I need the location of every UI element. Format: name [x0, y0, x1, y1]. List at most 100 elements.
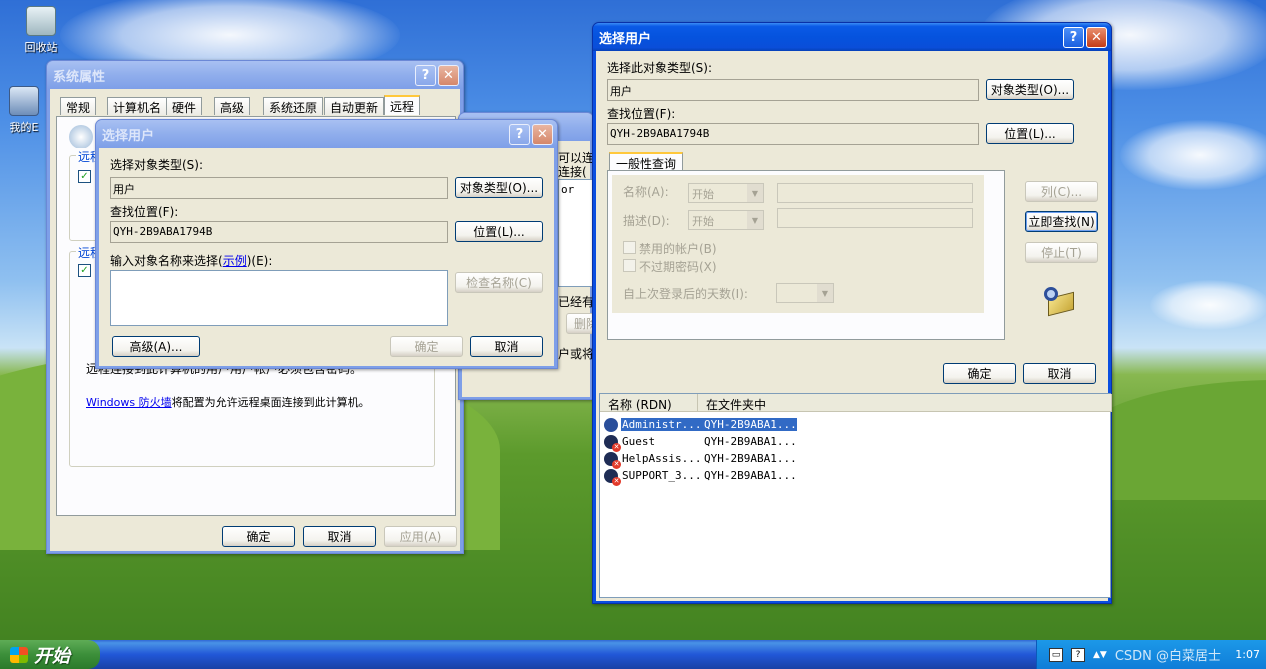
description-label: 描述(D):	[623, 214, 670, 228]
disabled-user-icon: ✕	[604, 451, 621, 469]
user-folder: QYH-2B9ABA1...	[704, 435, 797, 448]
help-icon[interactable]: ?	[1071, 647, 1085, 662]
object-types-button[interactable]: 对象类型(O)...	[986, 79, 1074, 100]
examples-link[interactable]: 示例	[223, 254, 247, 268]
remote-icon	[69, 125, 93, 149]
select-users-small-window: 选择用户 ? ✕ 选择对象类型(S): 用户 对象类型(O)... 查找位置(F…	[95, 119, 558, 369]
find-now-button[interactable]: 立即查找(N)	[1025, 211, 1098, 232]
ok-button[interactable]: 确定	[943, 363, 1016, 384]
tab-strip: 常规 计算机名 硬件 高级 系统还原 自动更新 远程	[56, 95, 456, 117]
object-type-field: 用户	[607, 79, 979, 101]
title-bar[interactable]: 系统属性 ? ✕	[47, 61, 463, 89]
list-item[interactable]: Administr... QYH-2B9ABA1...	[604, 416, 797, 433]
location-label: 查找位置(F):	[607, 107, 676, 121]
tab-general[interactable]: 常规	[60, 97, 97, 115]
column-header-folder[interactable]: 在文件夹中	[698, 394, 1112, 412]
tab-automatic-updates[interactable]: 自动更新	[324, 97, 385, 115]
recycle-bin-icon	[26, 6, 56, 36]
help-button[interactable]: ?	[1063, 26, 1084, 48]
days-since-logon-label: 自上次登录后的天数(I):	[623, 287, 748, 301]
columns-button[interactable]: 列(C)...	[1025, 181, 1098, 202]
dialog-body: 选择此对象类型(S): 用户 对象类型(O)... 查找位置(F): QYH-2…	[596, 51, 1112, 601]
object-types-button[interactable]: 对象类型(O)...	[455, 177, 543, 198]
start-button[interactable]: 开始	[0, 640, 100, 669]
disabled-accounts-label: 禁用的帐户(B)	[639, 242, 717, 256]
ok-button[interactable]: 确定	[390, 336, 463, 357]
desktop-icon-my-computer[interactable]: 我的E	[0, 86, 48, 135]
cancel-button[interactable]: 取消	[470, 336, 543, 357]
apply-button[interactable]: 应用(A)	[384, 526, 457, 547]
disabled-accounts-checkbox[interactable]	[623, 241, 636, 254]
object-type-label: 选择此对象类型(S):	[607, 61, 713, 75]
description-text: 户或将	[558, 347, 595, 361]
close-button[interactable]: ✕	[438, 64, 459, 86]
ok-button[interactable]: 确定	[222, 526, 295, 547]
desktop-icon-label: 回收站	[24, 41, 58, 54]
remote-assistance-checkbox[interactable]: ✓	[78, 170, 91, 183]
close-button[interactable]: ✕	[532, 123, 553, 145]
tab-remote[interactable]: 远程	[384, 95, 421, 115]
user-name: SUPPORT_3...	[622, 469, 702, 482]
cancel-button[interactable]: 取消	[1023, 363, 1096, 384]
firewall-link[interactable]: Windows 防火墙	[86, 396, 172, 409]
locations-button[interactable]: 位置(L)...	[455, 221, 543, 242]
tab-general-queries[interactable]: 一般性查询	[609, 152, 684, 171]
description-text: 连接(	[558, 165, 587, 179]
description-query-input[interactable]	[777, 208, 973, 228]
keyboard-icon[interactable]: ▭	[1049, 647, 1063, 662]
advanced-button[interactable]: 高级(A)...	[112, 336, 200, 357]
user-folder: QYH-2B9ABA1...	[701, 418, 797, 431]
tab-computer-name[interactable]: 计算机名	[107, 97, 168, 115]
name-query-input[interactable]	[777, 183, 973, 203]
title-bar[interactable]: 选择用户 ? ✕	[593, 23, 1111, 51]
list-item[interactable]: ✕ Guest QYH-2B9ABA1...	[604, 433, 800, 452]
list-item[interactable]: ✕ SUPPORT_3... QYH-2B9ABA1...	[604, 467, 800, 486]
remote-desktop-checkbox[interactable]: ✓	[78, 264, 91, 277]
desktop-icon-label: 我的E	[9, 121, 39, 134]
system-tray: ▭ ? ▲▼ CSDN @白菜居士 1:07	[1036, 640, 1266, 669]
window-title: 系统属性	[53, 69, 106, 85]
name-label: 名称(A):	[623, 185, 669, 199]
object-type-label: 选择对象类型(S):	[110, 158, 204, 172]
window-title: 选择用户	[102, 128, 155, 144]
user-folder: QYH-2B9ABA1...	[704, 469, 797, 482]
object-names-input[interactable]	[110, 270, 448, 326]
disabled-user-icon: ✕	[604, 468, 621, 486]
title-bar[interactable]: 选择用户 ? ✕	[96, 120, 557, 148]
name-match-select[interactable]: 开始 ▼	[688, 183, 764, 203]
tab-system-restore[interactable]: 系统还原	[263, 97, 324, 115]
watermark-text: CSDN @白菜居士	[1114, 649, 1222, 664]
firewall-line: Windows 防火墙将配置为允许远程桌面连接到此计算机。	[86, 394, 370, 410]
check-names-button[interactable]: 检查名称(C)	[455, 272, 543, 293]
user-name: HelpAssis...	[622, 452, 702, 465]
close-button[interactable]: ✕	[1086, 26, 1107, 48]
user-name: Administr...	[621, 418, 702, 431]
non-expiring-password-checkbox[interactable]	[623, 259, 636, 272]
chevron-up-icon[interactable]: ▲▼	[1093, 650, 1107, 660]
locations-button[interactable]: 位置(L)...	[986, 123, 1074, 144]
chevron-down-icon: ▼	[817, 284, 833, 302]
chevron-down-icon: ▼	[747, 211, 763, 229]
location-field: QYH-2B9ABA1794B	[110, 221, 448, 243]
description-match-select[interactable]: 开始 ▼	[688, 210, 764, 230]
firewall-text: 将配置为允许远程桌面连接到此计算机。	[171, 396, 370, 409]
column-header-name[interactable]: 名称 (RDN)	[600, 394, 698, 412]
list-item[interactable]: ✕ HelpAssis... QYH-2B9ABA1...	[604, 450, 800, 469]
desktop-icon-recycle-bin[interactable]: 回收站	[6, 6, 76, 55]
chevron-down-icon: ▼	[747, 184, 763, 202]
stop-button[interactable]: 停止(T)	[1025, 242, 1098, 263]
location-field: QYH-2B9ABA1794B	[607, 123, 979, 145]
start-label: 开始	[34, 645, 70, 667]
select-users-advanced-window: 选择用户 ? ✕ 选择此对象类型(S): 用户 对象类型(O)... 查找位置(…	[592, 22, 1112, 604]
help-button[interactable]: ?	[415, 64, 436, 86]
tab-advanced[interactable]: 高级	[214, 97, 251, 115]
tab-hardware[interactable]: 硬件	[166, 97, 203, 115]
clock[interactable]: 1:07	[1235, 648, 1266, 661]
help-button[interactable]: ?	[509, 123, 530, 145]
search-results-list[interactable]: 名称 (RDN) 在文件夹中 Administr... QYH-2B9ABA1.…	[599, 393, 1112, 598]
user-name: Guest	[622, 435, 656, 448]
window-title: 选择用户	[599, 31, 652, 47]
windows-logo-icon	[10, 646, 28, 663]
cancel-button[interactable]: 取消	[303, 526, 376, 547]
days-since-logon-select[interactable]: ▼	[776, 283, 834, 303]
